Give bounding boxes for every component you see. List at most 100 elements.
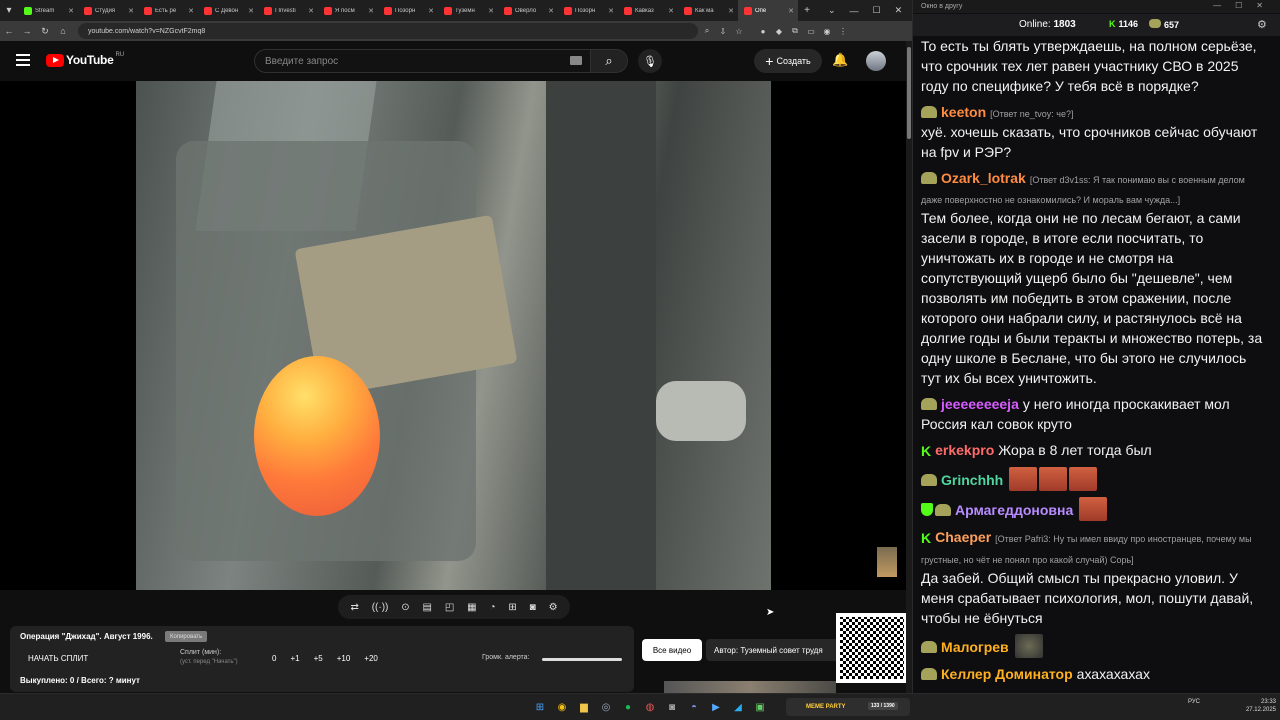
settings-gear-icon[interactable]: ⚙ xyxy=(549,602,558,613)
browser-tab[interactable]: Stream ✕ xyxy=(18,0,78,21)
browser-tab[interactable]: Как ма ✕ xyxy=(678,0,738,21)
meme-party-widget[interactable]: MEME PARTY 133 / 1390 xyxy=(786,698,910,716)
sidebar-icon[interactable]: ▭ xyxy=(804,24,818,38)
url-field[interactable]: youtube.com/watch?v=NZGcvtF2mq8 xyxy=(78,23,698,39)
watch-later-icon[interactable]: ⊙ xyxy=(401,602,409,613)
browser-tab[interactable]: Оверло ✕ xyxy=(498,0,558,21)
chat-username[interactable]: Ozark_lotrak xyxy=(941,170,1026,186)
reload-icon[interactable]: ↻ xyxy=(36,26,54,37)
notifications-bell-icon[interactable]: 🔔 xyxy=(832,52,848,68)
copy-button[interactable]: Копировать xyxy=(165,631,208,642)
puzzle-icon[interactable]: ⧉ xyxy=(788,24,802,38)
close-button[interactable]: ✕ xyxy=(895,5,903,16)
chat-username[interactable]: Малогрев xyxy=(941,639,1009,655)
chat-window-controls[interactable]: —☐✕ xyxy=(1213,1,1277,10)
browser-tab[interactable]: Кавказ ✕ xyxy=(618,0,678,21)
avatar[interactable] xyxy=(866,51,886,71)
start-icon[interactable]: ⊞ xyxy=(532,700,548,714)
tab-close-icon[interactable]: ✕ xyxy=(128,7,134,15)
tab-close-icon[interactable]: ✕ xyxy=(668,7,674,15)
browser-tab[interactable]: Студия ✕ xyxy=(78,0,138,21)
loop-icon[interactable]: ⇄ xyxy=(350,602,358,613)
new-tab-button[interactable]: + xyxy=(798,0,816,21)
chat-username[interactable]: Келлер Доминатор xyxy=(941,666,1073,682)
video-player[interactable] xyxy=(0,81,906,590)
voice-search-button[interactable]: 🎙 xyxy=(638,49,662,73)
steam-icon[interactable]: ◎ xyxy=(598,700,614,714)
start-split-button[interactable]: НАЧАТЬ СПЛИТ xyxy=(28,654,88,663)
app-icon[interactable]: ▣ xyxy=(752,700,768,714)
tab-close-icon[interactable]: ✕ xyxy=(548,7,554,15)
star-icon[interactable]: ☆ xyxy=(732,24,746,38)
tab-close-icon[interactable]: ✕ xyxy=(188,7,194,15)
miniplayer-icon[interactable]: ◰ xyxy=(445,602,454,613)
folder-icon[interactable]: ▆ xyxy=(576,700,592,714)
clip-icon[interactable]: ▤ xyxy=(423,602,432,613)
chat-username[interactable]: jeeeeeeeeja xyxy=(941,396,1019,412)
tab-close-icon[interactable]: ✕ xyxy=(68,7,74,15)
language-indicator[interactable]: РУС xyxy=(1188,699,1200,705)
chat-settings-gear-icon[interactable]: ⚙ xyxy=(1257,18,1267,31)
spotify-icon[interactable]: ● xyxy=(620,700,636,714)
youtube-logo[interactable]: YouTube RU xyxy=(46,52,124,67)
create-button[interactable]: + Создать xyxy=(754,49,822,73)
tab-search-icon[interactable]: ▾ xyxy=(0,0,18,21)
browser-tab[interactable]: Опе ✕ xyxy=(738,0,798,21)
thumbnail-strip[interactable] xyxy=(664,681,836,693)
back-icon[interactable]: ← xyxy=(0,26,18,36)
split-value-20[interactable]: +20 xyxy=(364,654,378,663)
author-button[interactable]: Автор: Туземный совет трудя xyxy=(706,639,840,661)
all-videos-button[interactable]: Все видео xyxy=(642,639,702,661)
keyboard-icon[interactable] xyxy=(570,56,582,65)
add-icon[interactable]: ⊞ xyxy=(508,602,516,613)
search-input[interactable]: Введите запрос xyxy=(254,49,590,73)
split-value-1[interactable]: +1 xyxy=(290,654,299,663)
discord-icon[interactable]: ◓ xyxy=(686,700,702,714)
mini-thumbnail[interactable] xyxy=(877,547,897,577)
menu-icon[interactable]: ⋮ xyxy=(836,24,850,38)
screenshot-icon[interactable]: ◙ xyxy=(530,602,536,613)
browser-tab[interactable]: Я посм ✕ xyxy=(318,0,378,21)
chrome-icon[interactable]: ◉ xyxy=(554,700,570,714)
extension-icon[interactable]: ◆ xyxy=(772,24,786,38)
minimize-button[interactable]: — xyxy=(850,6,859,16)
search-icon[interactable]: ⌕ xyxy=(700,24,714,38)
browser-tab[interactable]: Есть ре ✕ xyxy=(138,0,198,21)
speed-icon[interactable]: ◔ xyxy=(489,602,495,613)
forward-icon[interactable]: → xyxy=(18,26,36,36)
split-value-0[interactable]: 0 xyxy=(272,654,276,663)
maximize-button[interactable]: ☐ xyxy=(873,5,881,16)
browser-tab[interactable]: Позорн ✕ xyxy=(378,0,438,21)
browser-tab[interactable]: С Девон ✕ xyxy=(198,0,258,21)
tab-close-icon[interactable]: ✕ xyxy=(788,7,794,15)
chat-username[interactable]: erkekpro xyxy=(935,442,994,458)
scrollbar-thumb[interactable] xyxy=(907,47,911,139)
telegram-icon[interactable]: ◢ xyxy=(730,700,746,714)
home-icon[interactable]: ⌂ xyxy=(54,26,72,36)
system-clock[interactable]: 23:33 27.12.2025 xyxy=(1240,698,1276,714)
chat-username[interactable]: Grinchhh xyxy=(941,472,1003,488)
chat-username[interactable]: Армагеддоновна xyxy=(955,502,1073,518)
chat-username[interactable]: Chaeper xyxy=(935,529,991,545)
tab-close-icon[interactable]: ✕ xyxy=(248,7,254,15)
chat-username[interactable]: keeton xyxy=(941,104,986,120)
app-icon[interactable]: ◍ xyxy=(642,700,658,714)
tab-close-icon[interactable]: ✕ xyxy=(308,7,314,15)
install-icon[interactable]: ⇩ xyxy=(716,24,730,38)
theater-icon[interactable]: ▦ xyxy=(467,602,476,613)
tab-close-icon[interactable]: ✕ xyxy=(728,7,734,15)
app-icon[interactable]: ▶ xyxy=(708,700,724,714)
browser-tab[interactable]: I Investi ✕ xyxy=(258,0,318,21)
tab-close-icon[interactable]: ✕ xyxy=(608,7,614,15)
tab-close-icon[interactable]: ✕ xyxy=(368,7,374,15)
browser-tab[interactable]: Туземн ✕ xyxy=(438,0,498,21)
tab-close-icon[interactable]: ✕ xyxy=(488,7,494,15)
app-icon[interactable]: ◙ xyxy=(664,700,680,714)
profile-icon[interactable]: ◉ xyxy=(820,24,834,38)
dropdown-icon[interactable]: ⌄ xyxy=(828,5,836,16)
cast-icon[interactable]: ((·)) xyxy=(372,602,389,613)
menu-icon[interactable] xyxy=(16,54,30,66)
split-value-5[interactable]: +5 xyxy=(314,654,323,663)
tab-close-icon[interactable]: ✕ xyxy=(428,7,434,15)
extension-icon[interactable]: ● xyxy=(756,24,770,38)
